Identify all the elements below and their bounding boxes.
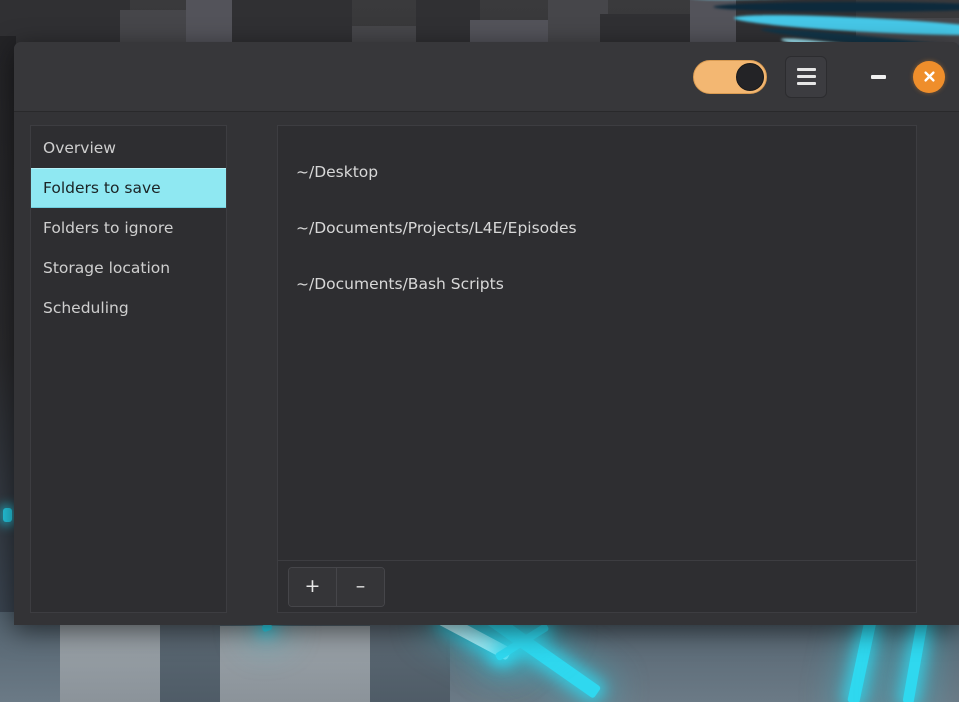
add-folder-button[interactable]: + bbox=[289, 567, 336, 606]
menu-bar-2 bbox=[796, 75, 816, 78]
folder-path: ~/Documents/Projects/L4E/Episodes bbox=[296, 219, 577, 237]
sidebar-navigation: Overview Folders to save Folders to igno… bbox=[30, 125, 227, 613]
list-toolbar: + – bbox=[278, 560, 916, 612]
list-item[interactable]: ~/Desktop bbox=[278, 144, 916, 200]
window-titlebar bbox=[14, 42, 959, 112]
hamburger-menu-button[interactable] bbox=[785, 55, 827, 98]
sidebar-item-scheduling[interactable]: Scheduling bbox=[31, 288, 226, 328]
close-icon bbox=[923, 71, 935, 82]
enable-toggle[interactable] bbox=[693, 59, 767, 94]
sidebar-item-label: Storage location bbox=[43, 259, 171, 277]
window-body: Overview Folders to save Folders to igno… bbox=[14, 112, 959, 625]
list-item[interactable]: ~/Documents/Projects/L4E/Episodes bbox=[278, 200, 916, 256]
sidebar-item-overview[interactable]: Overview bbox=[31, 128, 226, 168]
remove-folder-button[interactable]: – bbox=[336, 567, 384, 606]
folder-path: ~/Desktop bbox=[296, 163, 379, 181]
content-panel: ~/Desktop ~/Documents/Projects/L4E/Episo… bbox=[277, 125, 917, 613]
minimize-icon bbox=[870, 74, 886, 79]
toggle-knob bbox=[736, 62, 764, 91]
sidebar-item-folders-to-ignore[interactable]: Folders to ignore bbox=[31, 208, 226, 248]
folder-list: ~/Desktop ~/Documents/Projects/L4E/Episo… bbox=[278, 126, 916, 560]
minimize-button[interactable] bbox=[861, 60, 895, 94]
sidebar-item-storage-location[interactable]: Storage location bbox=[31, 248, 226, 288]
list-item[interactable]: ~/Documents/Bash Scripts bbox=[278, 256, 916, 312]
sidebar-item-label: Folders to ignore bbox=[43, 219, 174, 237]
folder-path: ~/Documents/Bash Scripts bbox=[296, 275, 504, 293]
desktop-background: Overview Folders to save Folders to igno… bbox=[0, 0, 959, 702]
close-button[interactable] bbox=[913, 60, 945, 93]
menu-bar-1 bbox=[796, 68, 816, 71]
wallpaper-floor bbox=[0, 607, 959, 702]
wallpaper-glow-dot bbox=[3, 508, 12, 522]
application-window: Overview Folders to save Folders to igno… bbox=[14, 42, 959, 625]
sidebar-item-label: Folders to save bbox=[43, 179, 161, 197]
sidebar-item-folders-to-save[interactable]: Folders to save bbox=[31, 168, 226, 208]
add-remove-button-group: + – bbox=[288, 566, 385, 607]
menu-bar-3 bbox=[796, 82, 816, 85]
sidebar-item-label: Overview bbox=[43, 139, 116, 157]
sidebar-item-label: Scheduling bbox=[43, 299, 129, 317]
